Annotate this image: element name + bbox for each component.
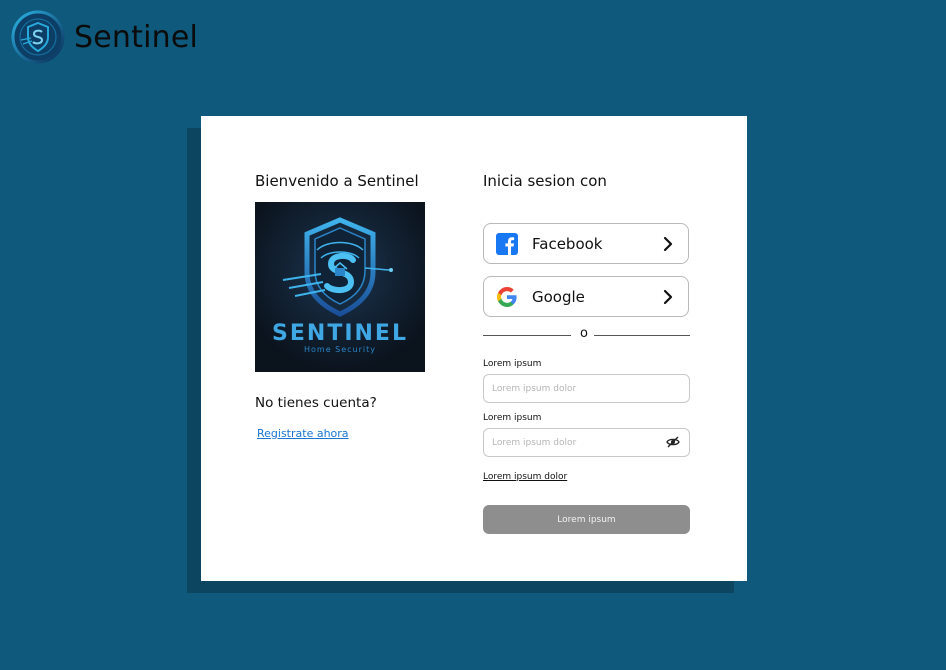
chevron-right-icon [663,236,673,251]
divider-line-right [594,335,690,336]
hero-subtitle-text: Home Security [304,345,376,354]
hero-logo-image: SENTINEL Home Security [255,202,425,372]
brand: Sentinel [11,10,198,64]
facebook-label: Facebook [532,234,603,253]
sentinel-logo-artwork: SENTINEL Home Security [255,202,425,372]
username-label: Lorem ipsum [483,359,542,369]
facebook-icon [496,232,518,255]
login-card: Bienvenido a Sentinel SENTINEL Home Secu… [201,116,747,581]
chevron-right-icon [663,289,673,304]
eye-off-icon[interactable] [666,435,680,449]
submit-button[interactable]: Lorem ipsum [483,505,690,534]
username-input[interactable] [483,374,690,403]
forgot-password-link[interactable]: Lorem ipsum dolor [483,472,567,482]
google-icon [496,286,518,308]
register-link[interactable]: Registrate ahora [257,427,349,440]
login-with-title: Inicia sesion con [483,172,607,190]
facebook-login-button[interactable]: Facebook [483,223,689,264]
shield-logo-icon [11,10,65,64]
password-input[interactable] [483,428,690,457]
divider-or-text: o [580,326,588,341]
welcome-title: Bienvenido a Sentinel [255,172,419,190]
google-label: Google [532,287,585,306]
no-account-text: No tienes cuenta? [255,395,377,411]
google-login-button[interactable]: Google [483,276,689,317]
hero-title-text: SENTINEL [272,321,408,346]
password-label: Lorem ipsum [483,413,542,423]
or-divider: o [483,326,690,342]
divider-line-left [483,335,571,336]
brand-name: Sentinel [74,19,199,55]
